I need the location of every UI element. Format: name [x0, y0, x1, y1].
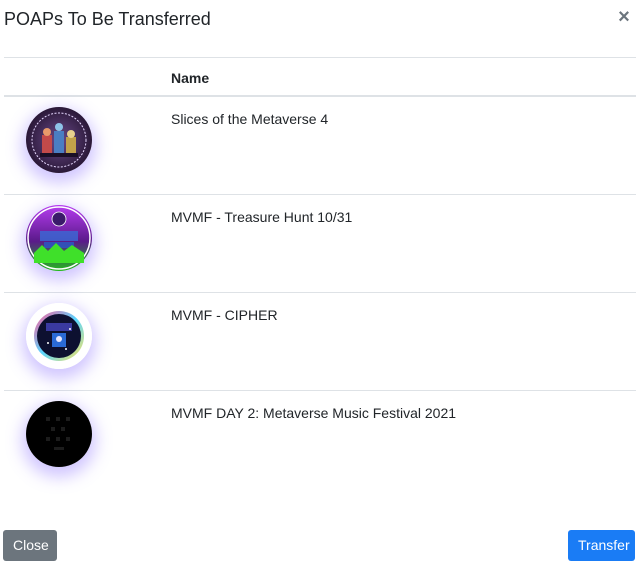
- modal-title: POAPs To Be Transferred: [4, 9, 211, 29]
- table-row: MVMF - CIPHER: [4, 293, 636, 391]
- poap-badge-slices-of-metaverse: [26, 107, 92, 173]
- poap-badge-treasure-hunt: [26, 205, 92, 271]
- poap-name: MVMF - CIPHER: [171, 307, 278, 323]
- column-header-name: Name: [171, 70, 210, 86]
- poap-name: MVMF DAY 2: Metaverse Music Festival 202…: [171, 405, 457, 421]
- modal-header: POAPs To Be Transferred ×: [0, 0, 640, 40]
- table-row: MVMF DAY 2: Metaverse Music Festival 202…: [4, 391, 636, 489]
- table-row: MVMF - Treasure Hunt 10/31: [4, 195, 636, 293]
- table-row: Slices of the Metaverse 4: [4, 97, 636, 195]
- poap-name: Slices of the Metaverse 4: [171, 111, 329, 127]
- close-icon[interactable]: ×: [614, 6, 634, 28]
- poap-name: MVMF - Treasure Hunt 10/31: [171, 209, 353, 225]
- transfer-button[interactable]: Transfer: [568, 530, 635, 561]
- poap-table: Name Slices of the Metaverse 4 MVMF - Tr…: [4, 57, 636, 489]
- close-button[interactable]: Close: [3, 530, 57, 561]
- poap-badge-mvmf-day2: [26, 401, 92, 467]
- poap-badge-cipher: [26, 303, 92, 369]
- transfer-modal: POAPs To Be Transferred × Name Slices of…: [0, 0, 640, 571]
- table-header: Name: [4, 57, 636, 97]
